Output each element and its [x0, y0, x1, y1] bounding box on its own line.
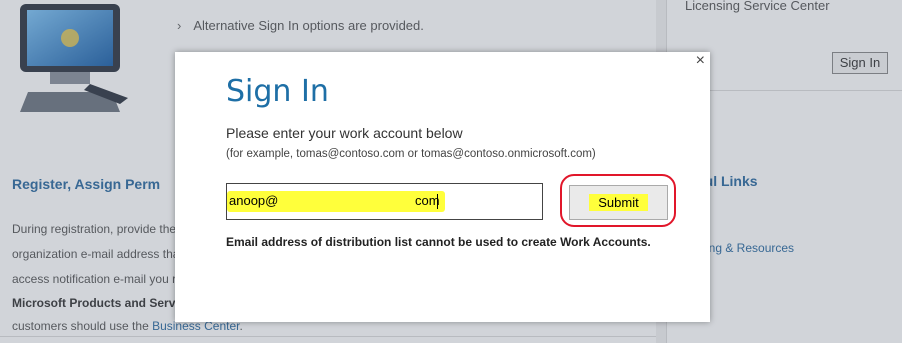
text-caret: [437, 194, 438, 209]
submit-label: Submit: [589, 194, 648, 211]
dialog-title: Sign In: [226, 74, 329, 109]
submit-button[interactable]: Submit: [569, 185, 668, 220]
dialog-example: (for example, tomas@contoso.com or tomas…: [226, 148, 596, 160]
email-value-prefix: anoop@: [229, 193, 279, 208]
dialog-prompt: Please enter your work account below: [226, 125, 463, 141]
email-field[interactable]: anoop@ com: [226, 183, 543, 220]
email-value-suffix: com: [415, 193, 440, 208]
close-icon[interactable]: ×: [696, 52, 705, 70]
dialog-warning: Email address of distribution list canno…: [226, 235, 651, 249]
sign-in-dialog: × Sign In Please enter your work account…: [175, 52, 710, 322]
